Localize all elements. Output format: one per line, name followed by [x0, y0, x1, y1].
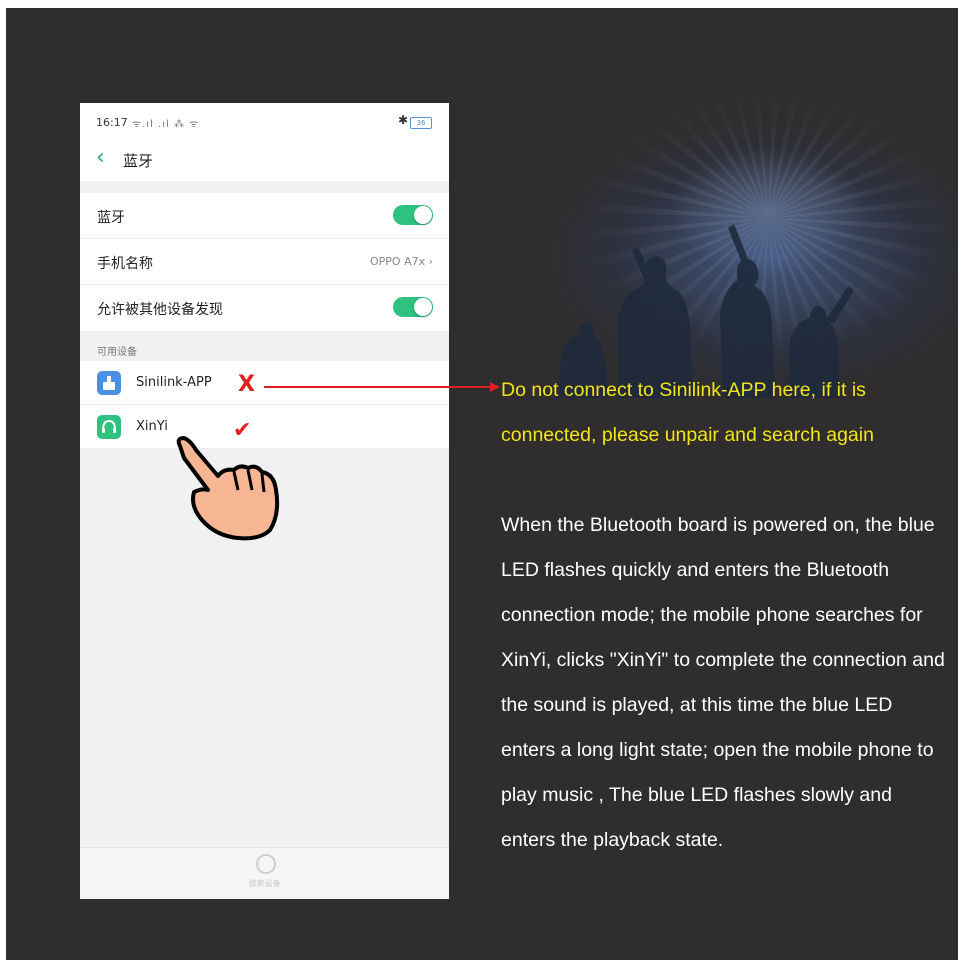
pointing-hand-icon: [176, 436, 280, 541]
sinilink-app-icon: [97, 371, 121, 395]
crowd-silhouette: [558, 224, 854, 398]
phone-name-value: OPPO A7x ›: [369, 255, 433, 268]
bluetooth-icon: ✱: [398, 113, 409, 127]
bluetooth-label: 蓝牙: [97, 210, 125, 226]
battery-icon: 36: [410, 117, 432, 129]
discoverable-label: 允许被其他设备发现: [97, 302, 223, 318]
signal-icon: ᯤ.ıl .ıl ⁂ ᯤ: [132, 119, 200, 130]
concert-image: [498, 88, 958, 398]
discoverable-toggle[interactable]: [393, 297, 433, 317]
device-name: Sinilink-APP: [136, 375, 212, 390]
bluetooth-toggle[interactable]: [393, 205, 433, 225]
status-time: 16:17: [96, 116, 128, 129]
x-mark: X: [238, 372, 255, 397]
nav-bar: ‹ 蓝牙: [80, 139, 449, 181]
search-icon: [256, 854, 276, 874]
arrow-icon: [264, 382, 500, 392]
warning-text: Do not connect to Sinilink-APP here, if …: [501, 379, 874, 446]
headset-icon: [97, 415, 121, 439]
bluetooth-row[interactable]: 蓝牙: [80, 193, 449, 239]
discoverable-row[interactable]: 允许被其他设备发现: [80, 285, 449, 331]
phone-name-label: 手机名称: [97, 256, 153, 272]
available-devices-label: 可用设备: [97, 347, 137, 358]
search-devices-bar[interactable]: 搜索设备: [80, 847, 449, 899]
settings-group: 蓝牙 手机名称 OPPO A7x › 允许被其他设备发现: [80, 193, 449, 331]
description-text: When the Bluetooth board is powered on, …: [501, 514, 945, 851]
device-name: XinYi: [136, 419, 168, 434]
phone-name-row[interactable]: 手机名称 OPPO A7x ›: [80, 239, 449, 285]
search-devices-label: 搜索设备: [248, 879, 281, 888]
page-title: 蓝牙: [123, 152, 154, 170]
chevron-left-icon[interactable]: ‹: [96, 145, 105, 170]
status-bar: 16:17 ᯤ.ıl .ıl ⁂ ᯤ ✱ 36: [80, 103, 449, 139]
